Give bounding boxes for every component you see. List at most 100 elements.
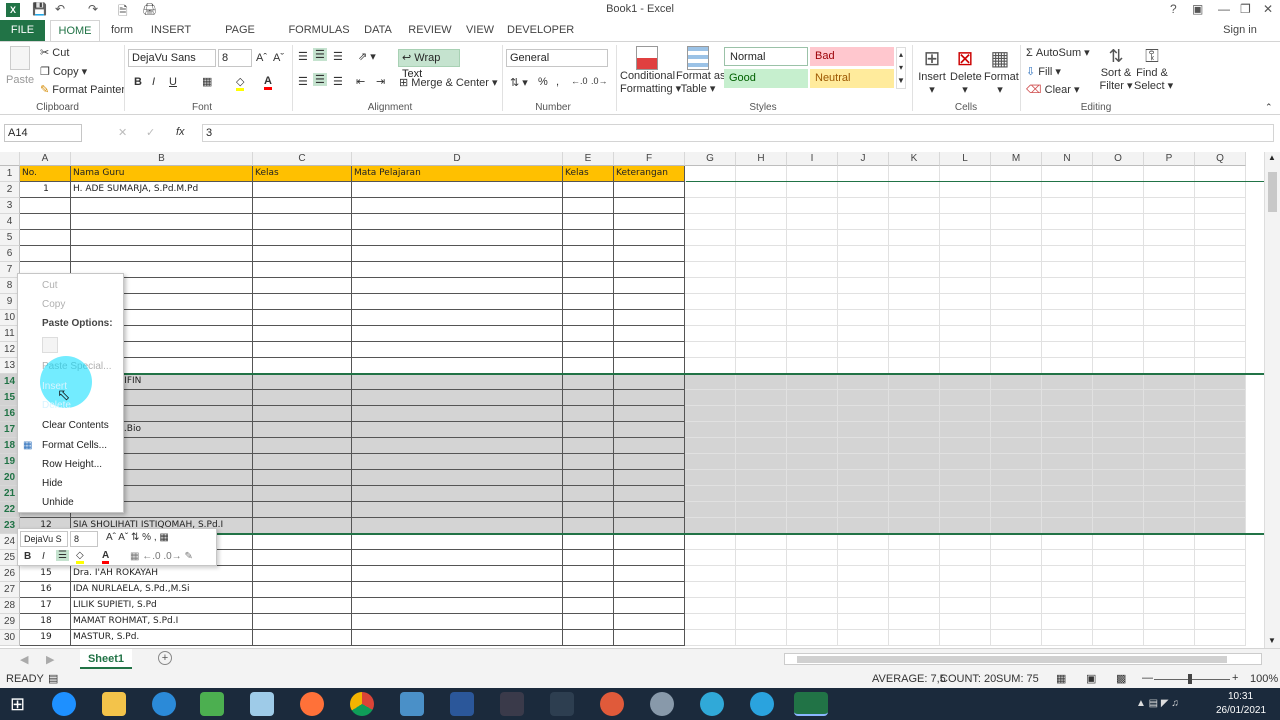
grid-cell[interactable] (685, 310, 736, 326)
grid-cell[interactable] (253, 502, 352, 518)
header-cell[interactable]: Keterangan (614, 166, 685, 182)
enter-formula-icon[interactable]: ✓ (146, 126, 155, 139)
grid-cell[interactable] (253, 422, 352, 438)
grid-cell[interactable] (838, 166, 889, 182)
name-box[interactable]: A14 (4, 124, 82, 142)
grid-cell[interactable] (1042, 518, 1093, 534)
grid-cell[interactable] (1042, 390, 1093, 406)
grid-cell[interactable] (1042, 182, 1093, 198)
grid-cell[interactable] (1093, 214, 1144, 230)
grid-cell[interactable] (563, 278, 614, 294)
grid-cell[interactable] (563, 438, 614, 454)
grid-cell[interactable] (1093, 278, 1144, 294)
horizontal-scrollbar[interactable] (784, 653, 1262, 665)
grid-cell[interactable] (940, 534, 991, 550)
grid-cell[interactable] (736, 422, 787, 438)
grid-cell[interactable] (685, 246, 736, 262)
grid-cell[interactable] (889, 390, 940, 406)
chrome-icon[interactable] (350, 692, 374, 716)
windows-start-icon[interactable]: ⊞ (10, 694, 25, 715)
grid-cell[interactable] (736, 374, 787, 390)
grid-cell[interactable] (991, 214, 1042, 230)
grid-cell[interactable] (991, 310, 1042, 326)
grid-cell[interactable] (1093, 630, 1144, 646)
grid-cell[interactable] (991, 198, 1042, 214)
grid-cell[interactable] (685, 614, 736, 630)
grid-cell[interactable] (352, 614, 563, 630)
grid-cell[interactable] (787, 358, 838, 374)
grid-cell[interactable] (352, 534, 563, 550)
grid-cell[interactable] (1093, 182, 1144, 198)
grid-cell[interactable] (991, 518, 1042, 534)
grid-cell[interactable] (991, 246, 1042, 262)
column-header[interactable]: G (685, 152, 736, 166)
grid-cell[interactable] (889, 582, 940, 598)
tab-developer[interactable]: DEVELOPER (507, 20, 574, 41)
grid-cell[interactable] (838, 614, 889, 630)
grid-cell[interactable] (1042, 470, 1093, 486)
grid-cell[interactable] (736, 550, 787, 566)
grid-cell[interactable] (352, 294, 563, 310)
page-break-view-icon[interactable]: ▩ (1116, 672, 1126, 685)
grid-cell[interactable] (1144, 262, 1195, 278)
grid-cell[interactable] (614, 598, 685, 614)
mini-bold-icon[interactable]: B (24, 551, 31, 562)
sheet-tab-sheet1[interactable]: Sheet1 (80, 649, 132, 669)
grid-cell[interactable] (940, 198, 991, 214)
grid-cell[interactable] (991, 438, 1042, 454)
grid-cell[interactable] (253, 550, 352, 566)
tab-data[interactable]: DATA (360, 20, 396, 41)
grid-cell[interactable] (991, 326, 1042, 342)
grid-cell[interactable] (1195, 534, 1246, 550)
grid-cell[interactable] (614, 214, 685, 230)
row-header[interactable]: 2 (0, 182, 20, 198)
row-header[interactable]: 27 (0, 582, 20, 598)
grid-cell[interactable] (1042, 502, 1093, 518)
grid-cell[interactable] (563, 406, 614, 422)
grid-cell[interactable] (253, 358, 352, 374)
grid-cell[interactable] (685, 598, 736, 614)
grid-cell[interactable] (787, 406, 838, 422)
grid-cell[interactable] (1042, 454, 1093, 470)
grid-cell[interactable] (940, 486, 991, 502)
sheet-prev-icon[interactable]: ◀ (20, 653, 28, 666)
grid-cell[interactable] (1144, 198, 1195, 214)
grid-cell[interactable] (1144, 422, 1195, 438)
grid-cell[interactable] (1042, 534, 1093, 550)
grid-cell[interactable] (685, 470, 736, 486)
grid-cell[interactable] (1042, 566, 1093, 582)
grid-cell[interactable] (563, 550, 614, 566)
excel-taskbar-icon[interactable] (794, 692, 828, 716)
grid-cell[interactable] (1195, 230, 1246, 246)
add-sheet-icon[interactable]: + (158, 651, 172, 665)
grid-cell[interactable] (20, 230, 71, 246)
grid-cell[interactable] (889, 486, 940, 502)
file-explorer-icon[interactable] (102, 692, 126, 716)
grid-cell[interactable] (838, 374, 889, 390)
grid-cell[interactable] (838, 214, 889, 230)
decrease-decimal-icon[interactable]: .0→ (591, 76, 608, 86)
column-header[interactable]: B (71, 152, 253, 166)
insert-cells-button[interactable]: ⊞ Insert ▾ (918, 46, 946, 96)
grid-cell[interactable] (1042, 230, 1093, 246)
grid-cell[interactable] (685, 566, 736, 582)
grid-cell[interactable] (736, 566, 787, 582)
grid-cell[interactable]: 16 (20, 582, 71, 598)
grid-cell[interactable] (787, 454, 838, 470)
grid-cell[interactable] (352, 230, 563, 246)
grid-cell[interactable] (838, 518, 889, 534)
app-icon-1[interactable] (200, 692, 224, 716)
grid-cell[interactable] (940, 278, 991, 294)
column-header[interactable]: J (838, 152, 889, 166)
grid-cell[interactable] (614, 502, 685, 518)
status-count[interactable]: COUNT: 20 (940, 673, 996, 685)
grid-cell[interactable] (889, 614, 940, 630)
column-header[interactable]: H (736, 152, 787, 166)
grid-cell[interactable] (1093, 406, 1144, 422)
grid-cell[interactable] (838, 502, 889, 518)
grid-cell[interactable] (352, 182, 563, 198)
grid-cell[interactable] (736, 630, 787, 646)
grid-cell[interactable] (787, 262, 838, 278)
grid-cell[interactable] (1195, 294, 1246, 310)
grid-cell[interactable] (685, 550, 736, 566)
